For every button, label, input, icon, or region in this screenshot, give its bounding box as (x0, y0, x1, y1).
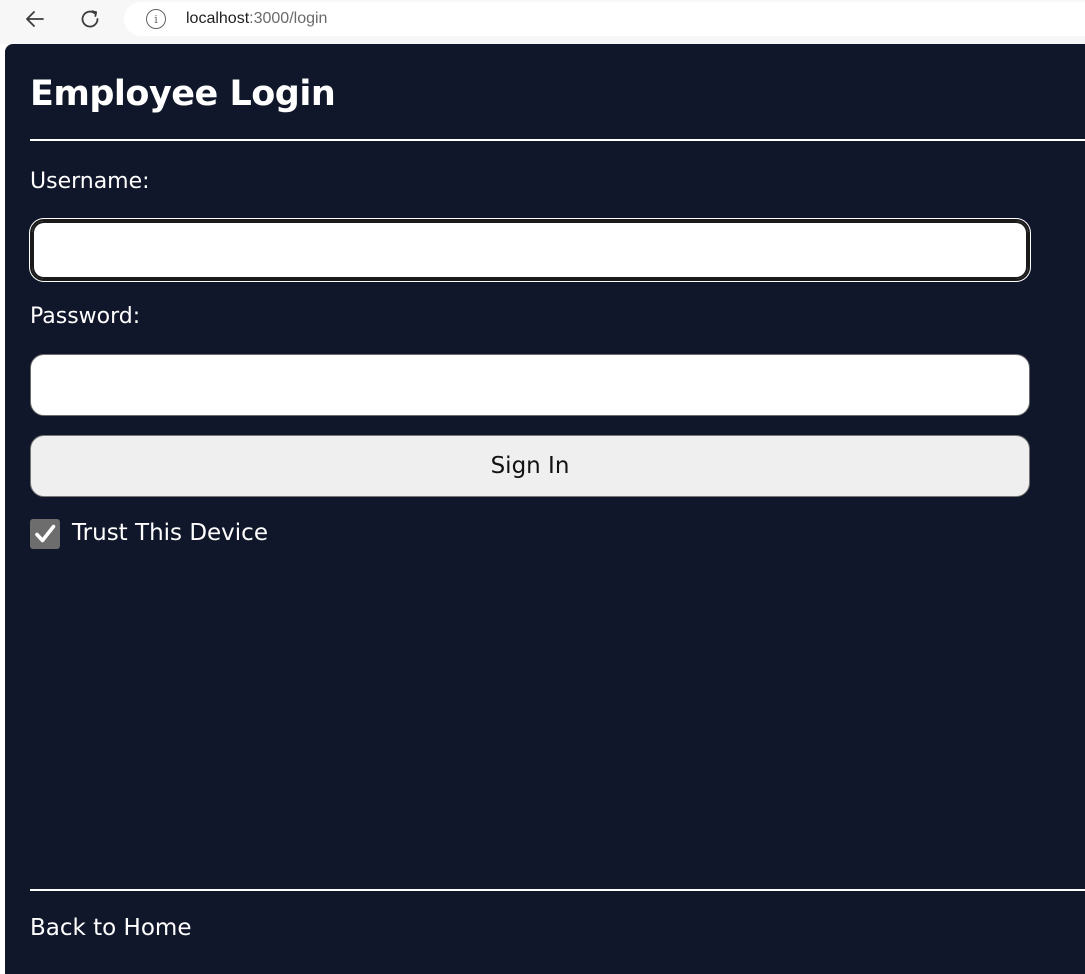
reload-icon (81, 10, 99, 28)
trust-device-label[interactable]: Trust This Device (72, 518, 268, 548)
footer-divider (30, 889, 1085, 891)
browser-toolbar: i localhost:3000/login (0, 0, 1085, 44)
username-input[interactable] (30, 219, 1030, 281)
reload-button[interactable] (74, 4, 106, 34)
arrow-left-icon (26, 11, 44, 27)
address-bar[interactable]: i localhost:3000/login (124, 2, 1085, 36)
checkmark-icon (35, 524, 56, 543)
back-button[interactable] (19, 4, 51, 34)
address-url[interactable]: localhost:3000/login (186, 9, 327, 29)
login-page: Employee Login Username: Password: Sign … (5, 44, 1085, 974)
page-title: Employee Login (30, 74, 336, 114)
trust-device-checkbox[interactable] (30, 519, 60, 549)
info-icon[interactable]: i (146, 9, 166, 29)
sign-in-button[interactable]: Sign In (30, 435, 1030, 497)
url-path: :3000/login (249, 10, 328, 27)
back-to-home-link[interactable]: Back to Home (30, 913, 191, 943)
header-divider (30, 139, 1085, 141)
url-host: localhost (186, 10, 250, 27)
username-label: Username: (30, 169, 150, 194)
password-input[interactable] (30, 354, 1030, 416)
password-label: Password: (30, 304, 141, 329)
